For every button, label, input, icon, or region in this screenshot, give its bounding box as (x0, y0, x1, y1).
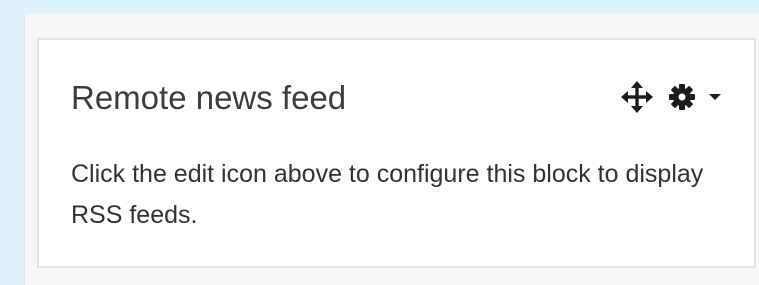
block-controls (620, 80, 722, 114)
page-region: Remote news feed Click the edit icon abo… (24, 14, 759, 285)
block-description: Click the edit icon above to configure t… (71, 160, 704, 229)
actions-gear-icon[interactable] (668, 83, 696, 111)
block-title: Remote news feed (71, 79, 347, 116)
move-icon[interactable] (620, 80, 654, 114)
remote-news-feed-block: Remote news feed Click the edit icon abo… (37, 38, 756, 268)
caret-down-icon[interactable] (708, 90, 722, 104)
